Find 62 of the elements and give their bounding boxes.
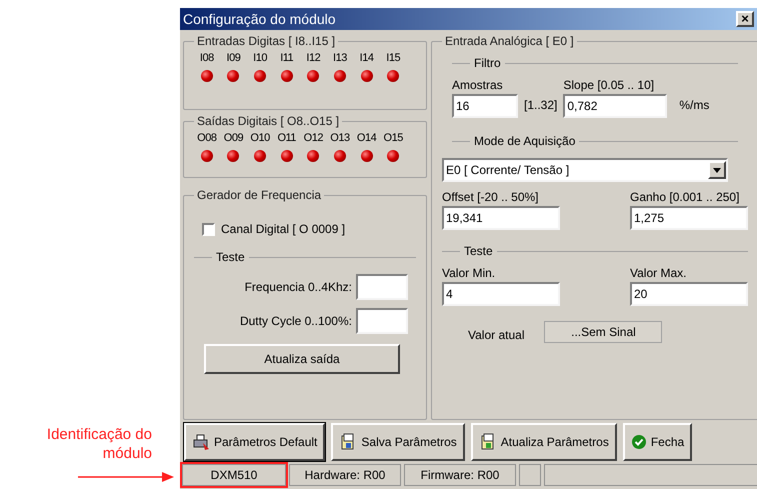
dialog-button[interactable]: Fecha: [622, 423, 692, 461]
status-cell: Firmware: R00: [404, 464, 516, 486]
window-title: Configuração do módulo: [183, 10, 336, 29]
channel-label: I15: [385, 51, 402, 66]
field-label: Ganho [0.001 .. 250]: [630, 189, 740, 206]
annotation-text: Identificação do módulo: [46, 425, 153, 463]
value-display: ...Sem Sinal: [544, 321, 662, 343]
channel-label: I09: [226, 51, 242, 66]
input-field[interactable]: 1,275: [630, 206, 748, 230]
checkbox-label: Canal Digital [ O 0009 ]: [221, 221, 346, 238]
field-label: Frequencia 0..4Khz:: [244, 279, 352, 296]
field-label: Slope [0.05 .. 10]: [563, 77, 656, 94]
field-label: Valor atual: [468, 327, 524, 344]
input-field[interactable]: 4: [442, 282, 560, 306]
channel-label: O08: [196, 131, 218, 146]
field-label: Offset [-20 .. 50%]: [442, 189, 540, 206]
field-label: Dutty Cycle 0..100%:: [240, 313, 352, 330]
channel-label: O13: [329, 131, 351, 146]
update-output-button[interactable]: Atualiza saída: [204, 344, 400, 374]
status-cell: DXM510: [182, 464, 286, 486]
channel-label: O15: [382, 131, 404, 146]
channel-label: O14: [356, 131, 378, 146]
channel-label: I08: [198, 51, 215, 66]
input-field[interactable]: 16: [452, 94, 518, 118]
status-cell: Hardware: R00: [289, 464, 401, 486]
input-field[interactable]: 0,782: [563, 94, 668, 118]
input-field[interactable]: [356, 274, 408, 300]
group-title: Entradas Digitas [ I8..I15 ]: [196, 33, 336, 50]
channel-label: I10: [252, 51, 268, 66]
printer-icon: [192, 433, 210, 451]
channel-label: O10: [249, 131, 271, 146]
input-field[interactable]: [356, 308, 408, 334]
channel-label: O11: [276, 131, 297, 146]
check-icon: [630, 434, 647, 450]
section-title: Filtro: [474, 55, 501, 72]
close-button[interactable]: ×: [736, 11, 754, 27]
channel-label: O12: [302, 131, 324, 146]
dialog-button[interactable]: Salva Parâmetros: [331, 423, 465, 461]
channel-label: O09: [222, 131, 244, 146]
section-title: Mode de Aquisição: [474, 133, 576, 150]
channel-label: I14: [358, 51, 375, 66]
input-field[interactable]: 20: [630, 282, 748, 306]
mode-dropdown[interactable]: E0 [ Corrente/ Tensão ]: [442, 158, 728, 182]
channel-label: I13: [332, 51, 348, 66]
section-title: Teste: [216, 249, 245, 266]
range-label: [1..32]: [524, 97, 558, 114]
input-field[interactable]: 19,341: [442, 206, 560, 230]
dialog-button[interactable]: Atualiza Parâmetros: [470, 423, 617, 461]
channel-label: I11: [279, 51, 294, 66]
channel-label: I12: [305, 51, 322, 66]
unit-label: %/ms: [679, 97, 710, 114]
field-label: Valor Min.: [442, 265, 496, 282]
group-title: Saídas Digitais [ O8..O15 ]: [196, 113, 340, 130]
group-title: Gerador de Frequencia: [196, 187, 322, 204]
status-cell: [519, 464, 541, 486]
dialog-button[interactable]: Parâmetros Default: [184, 423, 326, 461]
field-label: Valor Max.: [630, 265, 688, 282]
arrow-icon: [78, 471, 174, 483]
field-label: Amostras: [452, 77, 504, 94]
section-title: Teste: [464, 243, 493, 260]
group-title: Entrada Analógica [ E0 ]: [444, 33, 575, 50]
checkbox[interactable]: [202, 222, 215, 236]
